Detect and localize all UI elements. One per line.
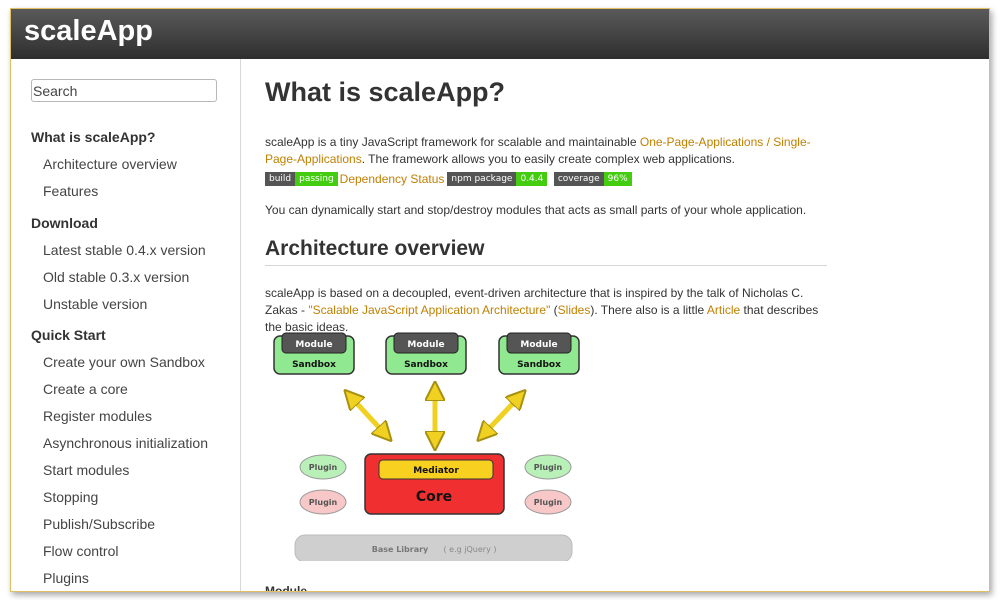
sandbox-label-2: Sandbox xyxy=(404,360,448,370)
top-bar: scaleApp xyxy=(11,9,989,59)
core-block: Mediator Core xyxy=(364,453,505,515)
module-label-3: Module xyxy=(520,340,557,350)
sidebar-item-publish-subscribe[interactable]: Publish/Subscribe xyxy=(43,516,155,532)
sidebar: What is scaleApp? Architecture overview … xyxy=(11,59,241,591)
article-link[interactable]: Article xyxy=(707,303,740,317)
architecture-diagram: Module Sandbox Module Sandbox Module San… xyxy=(273,332,580,561)
module-label-1: Module xyxy=(295,340,332,350)
coverage-badge-value: 96% xyxy=(603,171,632,186)
sidebar-section-what-is[interactable]: What is scaleApp? xyxy=(31,129,155,145)
base-library-box xyxy=(294,534,573,561)
sidebar-item-register-modules[interactable]: Register modules xyxy=(43,408,152,424)
sidebar-item-flow-control[interactable]: Flow control xyxy=(43,543,118,559)
dependency-status-link[interactable]: Dependency Status xyxy=(340,172,445,186)
plugin-label-4: Plugin xyxy=(534,498,563,507)
intro-paragraph: scaleApp is a tiny JavaScript framework … xyxy=(265,134,835,168)
browser-frame: scaleApp What is scaleApp? Architecture … xyxy=(10,8,990,592)
module-sandbox-2: Module Sandbox xyxy=(385,332,467,375)
brand-title[interactable]: scaleApp xyxy=(24,15,153,48)
coverage-badge[interactable]: coverage 96% xyxy=(553,171,632,186)
arrow-left xyxy=(351,397,385,434)
npm-badge[interactable]: npm package 0.4.4 xyxy=(447,171,548,186)
sidebar-item-latest-stable[interactable]: Latest stable 0.4.x version xyxy=(43,242,206,258)
mediator-label: Mediator xyxy=(413,466,459,476)
build-badge[interactable]: build passing xyxy=(265,171,338,186)
scalable-js-link[interactable]: "Scalable JavaScript Application Archite… xyxy=(308,303,550,317)
module-sandbox-1: Module Sandbox xyxy=(273,332,355,375)
arrow-right xyxy=(484,397,519,434)
intro-text-before: scaleApp is a tiny JavaScript framework … xyxy=(265,135,640,149)
sidebar-item-create-sandbox[interactable]: Create your own Sandbox xyxy=(43,354,205,370)
sidebar-item-architecture-overview[interactable]: Architecture overview xyxy=(43,156,177,172)
plugin-label-3: Plugin xyxy=(534,463,563,472)
npm-badge-label: npm package xyxy=(447,171,517,186)
search-input[interactable] xyxy=(31,79,217,102)
sidebar-item-plugins[interactable]: Plugins xyxy=(43,570,89,586)
intro-text-after: . The framework allows you to easily cre… xyxy=(361,152,736,166)
sandbox-label-1: Sandbox xyxy=(292,360,336,370)
core-label: Core xyxy=(416,489,452,505)
dynamic-paragraph: You can dynamically start and stop/destr… xyxy=(265,203,807,217)
sandbox-label-3: Sandbox xyxy=(517,360,561,370)
sidebar-item-start-modules[interactable]: Start modules xyxy=(43,462,129,478)
build-badge-label: build xyxy=(265,171,296,186)
base-library-label: Base Library xyxy=(372,545,429,554)
arch-text-mid1: ( xyxy=(550,303,558,317)
sidebar-section-download[interactable]: Download xyxy=(31,215,98,231)
sidebar-item-async-init[interactable]: Asynchronous initialization xyxy=(43,435,208,451)
plugin-label-2: Plugin xyxy=(309,498,338,507)
plugin-label-1: Plugin xyxy=(309,463,338,472)
architecture-heading: Architecture overview xyxy=(265,237,827,266)
sidebar-item-stopping[interactable]: Stopping xyxy=(43,489,98,505)
coverage-badge-label: coverage xyxy=(553,171,604,186)
sidebar-section-quick-start[interactable]: Quick Start xyxy=(31,327,106,343)
sidebar-item-unstable[interactable]: Unstable version xyxy=(43,296,147,312)
sidebar-item-old-stable[interactable]: Old stable 0.3.x version xyxy=(43,269,189,285)
module-heading: Module xyxy=(265,584,307,592)
build-badge-value: passing xyxy=(295,171,338,186)
slides-link[interactable]: Slides xyxy=(558,303,591,317)
module-sandbox-3: Module Sandbox xyxy=(498,332,580,375)
page-title: What is scaleApp? xyxy=(265,77,506,107)
arch-text-mid2: ). There also is a little xyxy=(590,303,707,317)
badges-row: build passing Dependency Status npm package… xyxy=(265,170,632,187)
sidebar-item-features[interactable]: Features xyxy=(43,183,98,199)
base-library-note: ( e.g jQuery ) xyxy=(444,545,497,554)
module-label-2: Module xyxy=(407,340,444,350)
sidebar-item-create-core[interactable]: Create a core xyxy=(43,381,128,397)
npm-badge-value: 0.4.4 xyxy=(516,171,548,186)
